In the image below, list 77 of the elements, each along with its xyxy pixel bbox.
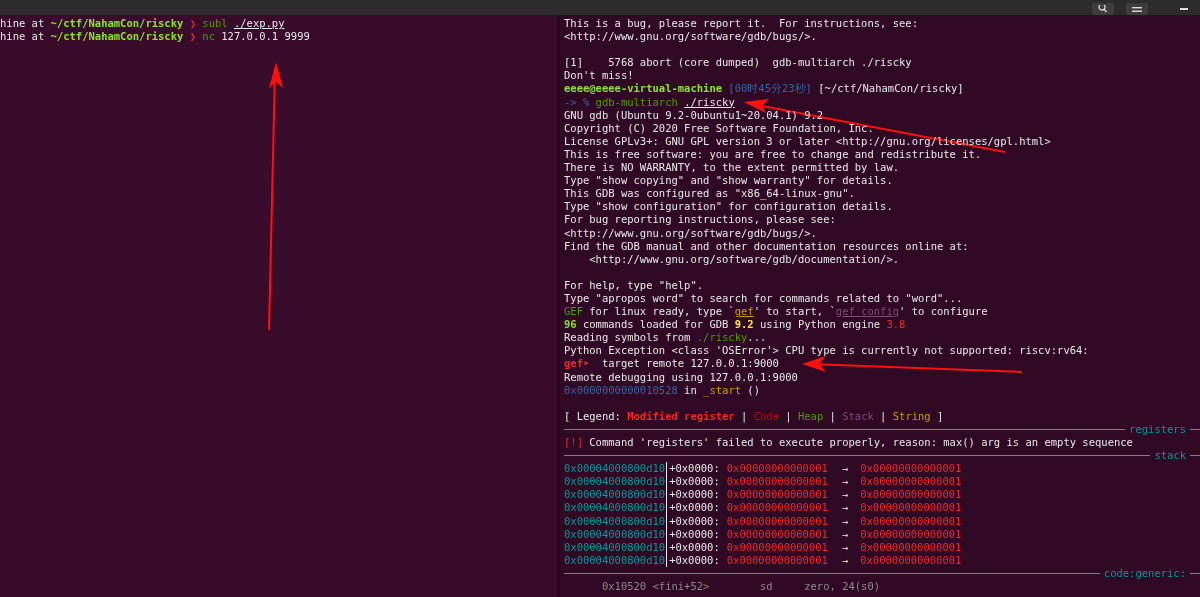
- terminal-line: <http://www.gnu.org/software/gdb/bugs/>.: [564, 226, 817, 240]
- stack-address: 0x00004000800d10: [564, 540, 666, 554]
- stack-address: 0x00004000800d10: [564, 475, 666, 489]
- stack-address: 0x00004000800d10: [564, 514, 666, 528]
- terminal-line: hine at ~/ctf/NahamCon/riscky ❯ subl ./exp.py: [0, 17, 285, 31]
- terminal-line: For bug reporting instructions, please see:: [564, 213, 836, 227]
- stack-offset: +0x0000:: [666, 462, 720, 476]
- terminal-line: Remote debugging using 127.0.0.1:9000: [564, 370, 798, 384]
- terminal-line: 0x10520 <fini+52> sd zero, 24(s0): [600, 580, 881, 594]
- stack-value: 0x00000000000001: [860, 514, 962, 528]
- stack-address: 0x00004000800d10: [564, 501, 666, 515]
- search-icon: [1098, 5, 1108, 13]
- terminal-line: This is free software: you are free to change and redistribute it.: [564, 147, 982, 162]
- stack-value: 0x00000000000001: [726, 475, 828, 489]
- terminal-line: This is a bug, please report it. For instructions, see:: [564, 17, 918, 31]
- stack-value: 0x00000000000001: [860, 501, 962, 515]
- pointer-arrow: →: [841, 475, 849, 489]
- stack-offset: +0x0000:: [666, 475, 720, 489]
- terminal-line: 0x0000000000010528 in _start (): [564, 383, 760, 397]
- stack-value: 0x00000000000001: [726, 514, 828, 528]
- pointer-arrow: →: [841, 540, 849, 554]
- stack-value: 0x00000000000001: [860, 475, 962, 489]
- terminal-line: eeee@eeee-virtual-machine [00时45分23秒] [~/ctf/NahamCon/riscky]: [564, 82, 964, 96]
- stack-value: 0x00000000000001: [860, 488, 962, 502]
- terminal-line: Type "apropos word" to search for commands related to "word"...: [564, 291, 963, 306]
- stack-value: 0x00000000000001: [860, 553, 962, 567]
- section-label: registers: [1128, 422, 1186, 436]
- stack-offset: +0x0000:: [666, 527, 720, 541]
- stack-value: 0x00000000000001: [860, 527, 962, 541]
- terminal-line: Copyright (C) 2020 Free Software Foundation, Inc.: [564, 121, 874, 135]
- pointer-arrow: →: [841, 514, 849, 528]
- pointer-arrow: →: [841, 462, 849, 476]
- terminal-line: 96 commands loaded for GDB 9.2 using Python engine 3.8: [564, 318, 906, 332]
- terminal-line: [1] 5768 abort (core dumped) gdb-multiarch ./riscky: [564, 56, 912, 70]
- stack-value: 0x00000000000001: [726, 501, 828, 515]
- section-label: stack: [1153, 449, 1186, 463]
- terminal-line: Find the GDB manual and other documentation resources online at:: [564, 239, 969, 253]
- pointer-arrow: →: [841, 501, 849, 515]
- terminal-line: There is NO WARRANTY, to the extent permitted by law.: [564, 161, 900, 175]
- stack-value: 0x00000000000001: [726, 553, 828, 567]
- terminal-line: -> % gdb-multiarch ./riscky: [564, 95, 735, 109]
- search-button[interactable]: [1092, 3, 1114, 15]
- terminal-line: [ Legend: Modified register | Code | Heap | Stack | String ]: [564, 409, 944, 423]
- terminal-line: <http://www.gnu.org/software/gdb/documentation/>.: [588, 252, 900, 266]
- stack-offset: +0x0000:: [666, 501, 720, 515]
- terminal-line: GEF for linux ready, type `gef' to start, `gef config' to configure: [564, 305, 988, 319]
- pointer-arrow: →: [841, 527, 849, 541]
- stack-value: 0x00000000000001: [860, 462, 962, 476]
- stack-address: 0x00004000800d10: [564, 488, 666, 502]
- terminal-line: Don't miss!: [564, 69, 634, 83]
- stack-value: 0x00000000000001: [726, 462, 828, 476]
- terminal-line: gef➤ target remote 127.0.0.1:9000: [564, 357, 779, 371]
- stack-address: 0x00004000800d10: [564, 553, 666, 567]
- terminal-line: This GDB was configured as "x86_64-linux-gnu".: [564, 187, 855, 201]
- stack-address: 0x00004000800d10: [564, 462, 666, 476]
- terminal-line: Type "show configuration" for configuration details.: [564, 200, 893, 214]
- terminal-line: Type "show copying" and "show warranty" for details.: [564, 174, 893, 188]
- terminal-line: Python Exception <class 'OSError'> CPU type is currently not supported: riscv:rv64:: [564, 344, 1089, 358]
- terminal-line: <http://www.gnu.org/software/gdb/bugs/>.: [564, 30, 817, 44]
- stack-offset: +0x0000:: [666, 540, 720, 554]
- stack-offset: +0x0000:: [666, 514, 720, 528]
- menu-button[interactable]: [1126, 3, 1148, 15]
- section-label: code:generic:: [1102, 566, 1186, 581]
- stack-value: 0x00000000000001: [726, 527, 828, 541]
- stack-value: 0x00000000000001: [726, 488, 828, 502]
- stack-offset: +0x0000:: [666, 488, 720, 502]
- stack-value: 0x00000000000001: [860, 540, 962, 554]
- terminal-line: Reading symbols from ./riscky...: [564, 331, 767, 345]
- stack-value: 0x00000000000001: [726, 540, 828, 554]
- pointer-arrow: →: [841, 488, 849, 502]
- stack-offset: +0x0000:: [666, 553, 720, 567]
- stack-address: 0x00004000800d10: [564, 527, 666, 541]
- terminal-line: For help, type "help".: [564, 278, 704, 292]
- menu-icon: [1132, 5, 1142, 13]
- terminal-line: [!] Command 'registers' failed to execute properly, reason: max() arg is an empty sequence: [564, 436, 1133, 450]
- terminal-line: hine at ~/ctf/NahamCon/riscky ❯ nc 127.0.0.1 9999: [0, 30, 310, 44]
- pointer-arrow: →: [841, 553, 849, 567]
